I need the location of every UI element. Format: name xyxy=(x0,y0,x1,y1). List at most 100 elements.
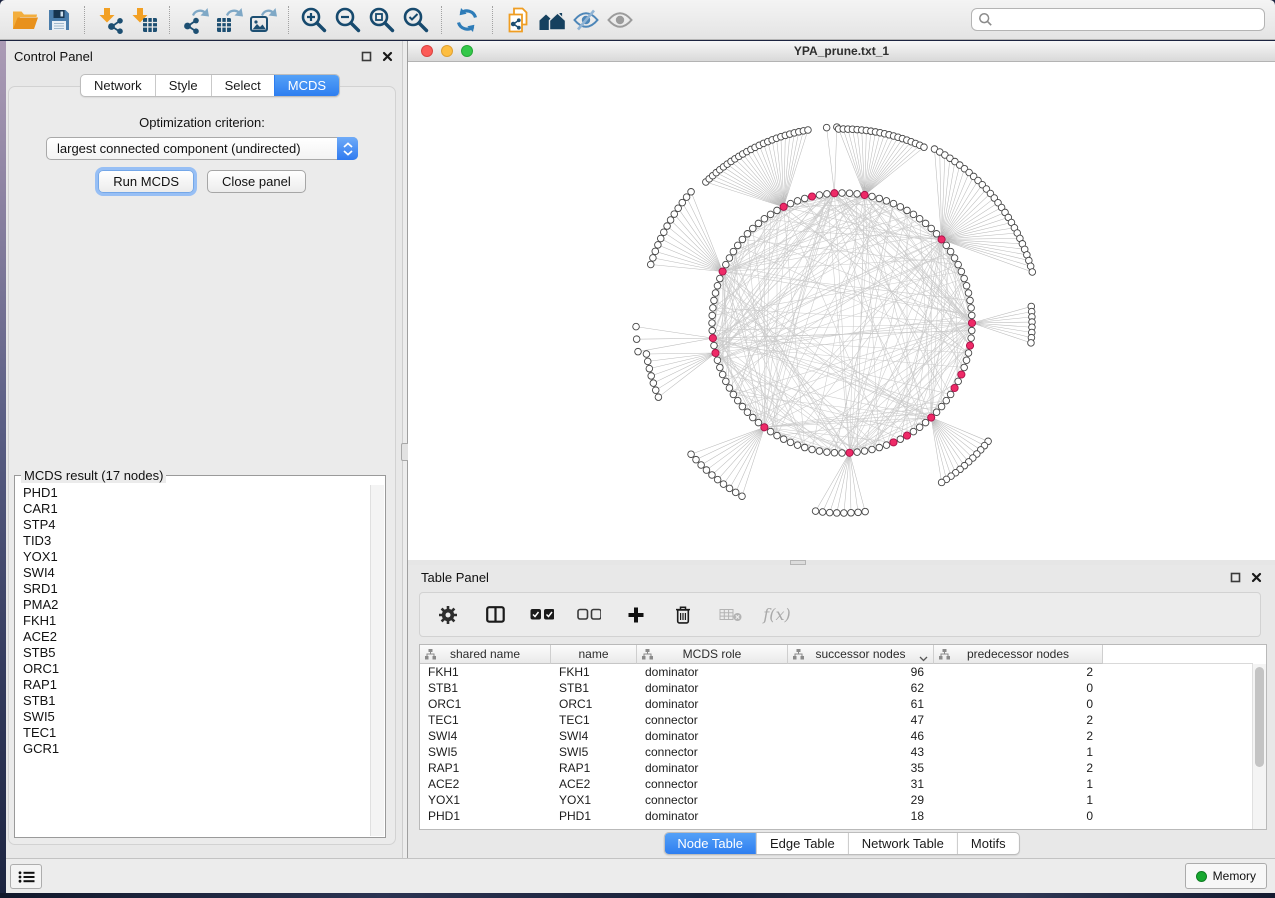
graph-node-selected[interactable] xyxy=(966,342,973,349)
new-network-from-selection-button[interactable] xyxy=(501,3,535,37)
scrollbar-thumb[interactable] xyxy=(1255,667,1264,767)
deselect-all-columns-button[interactable] xyxy=(577,603,601,627)
float-icon xyxy=(361,51,372,62)
table-scrollbar[interactable] xyxy=(1252,664,1266,829)
memory-button[interactable]: Memory xyxy=(1185,863,1267,889)
close-panel-button[interactable]: Close panel xyxy=(207,170,306,193)
zoom-out-button[interactable] xyxy=(331,3,365,37)
open-session-button[interactable] xyxy=(8,3,42,37)
column-header-mcds-role[interactable]: MCDS role xyxy=(637,645,788,664)
mcds-result-item[interactable]: ACE2 xyxy=(16,629,371,645)
mcds-result-item[interactable]: STB1 xyxy=(16,693,371,709)
create-column-button[interactable] xyxy=(624,603,648,627)
delete-table-button-disabled[interactable] xyxy=(718,603,742,627)
graph-node-selected[interactable] xyxy=(831,190,838,197)
mcds-result-item[interactable]: TEC1 xyxy=(16,725,371,741)
graph-node-selected[interactable] xyxy=(903,432,910,439)
graph-node-selected[interactable] xyxy=(928,414,935,421)
graph-node-selected[interactable] xyxy=(938,236,945,243)
zoom-fit-button[interactable] xyxy=(365,3,399,37)
export-table-button[interactable] xyxy=(212,3,246,37)
mcds-result-item[interactable]: SWI4 xyxy=(16,565,371,581)
first-neighbors-button[interactable] xyxy=(535,3,569,37)
select-all-columns-button[interactable] xyxy=(530,603,554,627)
column-header-successor-nodes[interactable]: successor nodes xyxy=(788,645,934,664)
close-panel-button-icon[interactable] xyxy=(1250,571,1263,584)
float-panel-button[interactable] xyxy=(1229,571,1242,584)
export-image-button[interactable] xyxy=(246,3,280,37)
network-canvas[interactable] xyxy=(408,62,1275,560)
graph-node-selected[interactable] xyxy=(709,334,716,341)
table-row[interactable]: YOX1YOX1connector291 xyxy=(420,792,1253,808)
mcds-result-item[interactable]: SRD1 xyxy=(16,581,371,597)
table-row[interactable]: PHD1PHD1dominator180 xyxy=(420,808,1253,824)
run-mcds-button[interactable]: Run MCDS xyxy=(98,170,194,193)
tab-network-table[interactable]: Network Table xyxy=(848,833,957,854)
mcds-result-item[interactable]: STB5 xyxy=(16,645,371,661)
optimization-criterion-select[interactable]: largest connected component (undirected) xyxy=(46,137,358,160)
graph-node-selected[interactable] xyxy=(719,268,726,275)
task-history-button[interactable] xyxy=(10,864,42,889)
tab-mcds[interactable]: MCDS xyxy=(274,75,339,96)
zoom-in-button[interactable] xyxy=(297,3,331,37)
function-builder-button-disabled[interactable]: f(x) xyxy=(765,603,789,627)
tab-node-table[interactable]: Node Table xyxy=(664,833,756,854)
table-row[interactable]: ACE2ACE2connector311 xyxy=(420,776,1253,792)
graph-node-selected[interactable] xyxy=(808,193,815,200)
mcds-result-item[interactable]: YOX1 xyxy=(16,549,371,565)
hide-selected-button[interactable] xyxy=(569,3,603,37)
table-row[interactable]: FKH1FKH1dominator962 xyxy=(420,664,1253,680)
graph-node-selected[interactable] xyxy=(968,319,975,326)
search-box[interactable] xyxy=(971,8,1265,31)
mcds-result-item[interactable]: SWI5 xyxy=(16,709,371,725)
delete-column-button[interactable] xyxy=(671,603,695,627)
graph-node-selected[interactable] xyxy=(890,439,897,446)
column-header-predecessor-nodes[interactable]: predecessor nodes xyxy=(934,645,1103,664)
apply-layout-button[interactable] xyxy=(450,3,484,37)
import-table-button[interactable] xyxy=(127,3,161,37)
mcds-result-item[interactable]: GCR1 xyxy=(16,741,371,757)
graph-node-selected[interactable] xyxy=(958,371,965,378)
mcds-result-item[interactable]: RAP1 xyxy=(16,677,371,693)
tab-style[interactable]: Style xyxy=(155,75,211,96)
mcds-result-item[interactable]: STP4 xyxy=(16,517,371,533)
mcds-result-item[interactable]: FKH1 xyxy=(16,613,371,629)
tab-select[interactable]: Select xyxy=(211,75,274,96)
graph-node-selected[interactable] xyxy=(712,349,719,356)
export-network-button[interactable] xyxy=(178,3,212,37)
mcds-result-item[interactable]: TID3 xyxy=(16,533,371,549)
tab-edge-table[interactable]: Edge Table xyxy=(756,833,848,854)
table-row[interactable]: RAP1RAP1dominator352 xyxy=(420,760,1253,776)
tab-network[interactable]: Network xyxy=(81,75,155,96)
import-network-button[interactable] xyxy=(93,3,127,37)
mcds-result-item[interactable]: PMA2 xyxy=(16,597,371,613)
graph-node-selected[interactable] xyxy=(951,384,958,391)
column-header-shared-name[interactable]: shared name xyxy=(420,645,551,664)
mcds-result-list[interactable]: PHD1CAR1STP4TID3YOX1SWI4SRD1PMA2FKH1ACE2… xyxy=(16,485,371,836)
search-input[interactable] xyxy=(993,12,1258,28)
save-session-button[interactable] xyxy=(42,3,76,37)
table-row[interactable]: ORC1ORC1dominator610 xyxy=(420,696,1253,712)
table-settings-button[interactable] xyxy=(436,603,460,627)
mcds-result-item[interactable]: PHD1 xyxy=(16,485,371,501)
graph-node-selected[interactable] xyxy=(861,191,868,198)
table-row[interactable]: SWI4SWI4dominator462 xyxy=(420,728,1253,744)
network-window-titlebar[interactable]: YPA_prune.txt_1 xyxy=(408,41,1275,62)
zoom-selected-button[interactable] xyxy=(399,3,433,37)
column-header-name[interactable]: name xyxy=(551,645,637,664)
close-panel-button-icon[interactable] xyxy=(381,50,394,63)
graph-node-selected[interactable] xyxy=(780,203,787,210)
graph-node-selected[interactable] xyxy=(761,424,768,431)
float-panel-button[interactable] xyxy=(360,50,373,63)
cell-predecessor-nodes: 2 xyxy=(934,728,1103,744)
graph-node-selected[interactable] xyxy=(846,449,853,456)
table-row[interactable]: SWI5SWI5connector431 xyxy=(420,744,1253,760)
table-row[interactable]: STB1STB1dominator620 xyxy=(420,680,1253,696)
tab-motifs[interactable]: Motifs xyxy=(957,833,1019,854)
show-column-panel-button[interactable] xyxy=(483,603,507,627)
mcds-result-item[interactable]: CAR1 xyxy=(16,501,371,517)
mcds-list-scrollbar[interactable] xyxy=(370,485,384,836)
table-row[interactable]: TEC1TEC1connector472 xyxy=(420,712,1253,728)
mcds-result-item[interactable]: ORC1 xyxy=(16,661,371,677)
show-all-button[interactable] xyxy=(603,3,637,37)
